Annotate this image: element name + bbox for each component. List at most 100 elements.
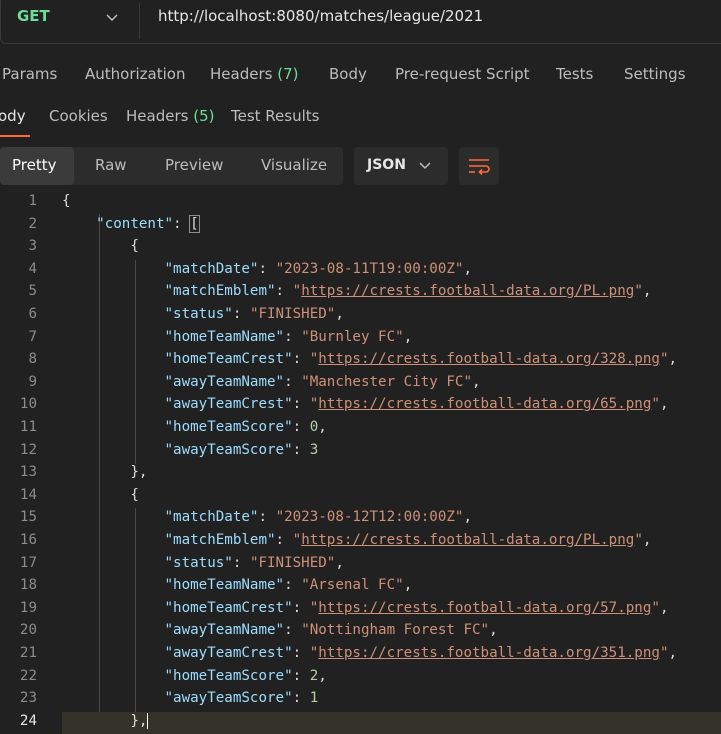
line-number: 5: [28, 283, 37, 300]
json-value: 2: [309, 667, 319, 684]
line-number: 22: [19, 667, 37, 684]
json-link[interactable]: https://crests.football-data.org/57.png: [318, 600, 651, 616]
code-line: 16 "matchEmblem": "https://crests.footba…: [0, 531, 721, 554]
code-line: 15 "matchDate": "2023-08-12T12:00:00Z",: [0, 508, 721, 531]
request-url-bar: GET http://localhost:8080/matches/league…: [0, 0, 721, 44]
code-text: "homeTeamName": "Arsenal FC",: [164, 577, 413, 594]
line-number: 7: [28, 328, 37, 345]
line-number: 10: [19, 396, 37, 413]
line-number: 23: [19, 690, 37, 707]
tab-response-body[interactable]: ody: [0, 107, 26, 125]
tab-authorization[interactable]: Authorization: [85, 65, 185, 83]
json-value: "Manchester City FC": [301, 373, 473, 390]
json-key: "homeTeamCrest": [164, 351, 293, 368]
code-text: },: [62, 464, 148, 481]
json-key: "awayTeamScore": [164, 441, 293, 458]
tab-headers-label: Headers: [210, 65, 273, 83]
json-link[interactable]: https://crests.football-data.org/PL.png: [301, 283, 634, 299]
url-input[interactable]: http://localhost:8080/matches/league/202…: [158, 7, 483, 25]
json-link[interactable]: https://crests.football-data.org/PL.png: [301, 532, 634, 548]
json-key: "status": [164, 306, 233, 322]
line-number: 24: [19, 712, 37, 729]
code-line: 3 {: [0, 237, 721, 260]
text-cursor: [147, 712, 149, 729]
active-tab-indicator: [0, 135, 30, 137]
json-key: "content": [96, 215, 174, 232]
response-body-editor[interactable]: 1{ 2 "content": [ 3 { 4 "matchDate": "20…: [0, 192, 721, 734]
json-key: "awayTeamName": [164, 373, 285, 390]
tab-response-headers[interactable]: Headers (5): [126, 107, 214, 125]
line-number: 15: [19, 509, 37, 526]
json-link[interactable]: https://crests.football-data.org/65.png: [318, 396, 651, 412]
tab-test-results[interactable]: Test Results: [231, 107, 319, 125]
code-text: "content": [: [96, 214, 200, 233]
wrap-lines-button[interactable]: [459, 147, 499, 185]
code-text: "matchDate": "2023-08-12T12:00:00Z",: [164, 509, 473, 526]
line-number: 4: [28, 260, 37, 277]
json-key: "homeTeamScore": [164, 667, 293, 684]
code-line: 1{: [0, 192, 721, 215]
code-line: 6 "status": "FINISHED",: [0, 305, 721, 328]
json-value: "Arsenal FC": [301, 577, 404, 594]
code-line: 5 "matchEmblem": "https://crests.footbal…: [0, 282, 721, 305]
tab-body[interactable]: Body: [329, 65, 367, 83]
chevron-down-icon: [418, 155, 432, 179]
code-text: "homeTeamScore": 0,: [164, 419, 327, 435]
code-line: 7 "homeTeamName": "Burnley FC",: [0, 328, 721, 351]
code-text: "awayTeamScore": 1: [164, 690, 319, 707]
code-text: "homeTeamScore": 2,: [164, 667, 327, 684]
line-number: 20: [19, 622, 37, 639]
line-number: 18: [19, 577, 37, 594]
code-text: "awayTeamName": "Nottingham Forest FC",: [164, 622, 498, 639]
line-number: 14: [19, 486, 37, 503]
tab-pre-request-script[interactable]: Pre-request Script: [395, 65, 530, 83]
json-key: "status": [164, 554, 233, 571]
mode-pretty[interactable]: Pretty: [12, 156, 57, 174]
format-select[interactable]: JSON: [354, 147, 448, 185]
code-line: 8 "homeTeamCrest": "https://crests.footb…: [0, 350, 721, 373]
code-text: },: [62, 712, 149, 729]
json-link[interactable]: https://crests.football-data.org/351.png: [318, 645, 660, 661]
line-number: 2: [28, 215, 37, 232]
json-key: "homeTeamScore": [164, 419, 293, 435]
code-text: "awayTeamName": "Manchester City FC",: [164, 373, 481, 390]
code-text: "status": "FINISHED",: [164, 306, 344, 322]
json-key: "awayTeamScore": [164, 690, 293, 707]
tab-cookies[interactable]: Cookies: [49, 107, 108, 125]
line-number: 17: [19, 554, 37, 571]
json-key: "homeTeamName": [164, 577, 285, 594]
mode-raw[interactable]: Raw: [95, 156, 127, 174]
tab-headers[interactable]: Headers (7): [210, 65, 298, 83]
mode-preview[interactable]: Preview: [165, 156, 223, 174]
response-headers-count-badge: (5): [193, 107, 215, 125]
mode-visualize[interactable]: Visualize: [261, 156, 327, 174]
json-value: "Nottingham Forest FC": [301, 622, 490, 639]
json-key: "homeTeamCrest": [164, 599, 293, 616]
method-select[interactable]: GET: [17, 7, 50, 25]
tab-params[interactable]: Params: [2, 65, 57, 83]
code-text: "status": "FINISHED",: [164, 554, 344, 571]
tab-settings[interactable]: Settings: [624, 65, 686, 83]
code-line: 13 },: [0, 463, 721, 486]
line-number: 3: [28, 238, 37, 255]
line-number: 21: [19, 645, 37, 661]
view-mode-switcher: Pretty Raw Preview Visualize: [0, 147, 343, 185]
json-key: "homeTeamName": [164, 328, 285, 345]
json-value: "2023-08-12T12:00:00Z": [275, 509, 464, 526]
code-line: 4 "matchDate": "2023-08-11T19:00:00Z",: [0, 260, 721, 283]
code-text: "awayTeamCrest": "https://crests.footbal…: [164, 645, 678, 661]
json-link[interactable]: https://crests.football-data.org/328.png: [318, 351, 660, 367]
code-line: 11 "homeTeamScore": 0,: [0, 418, 721, 441]
code-text: "matchEmblem": "https://crests.football-…: [164, 283, 652, 300]
json-key: "matchEmblem": [164, 532, 276, 548]
headers-count-badge: (7): [277, 65, 299, 83]
code-line: 12 "awayTeamScore": 3: [0, 441, 721, 464]
chevron-down-icon[interactable]: [105, 3, 119, 37]
line-number: 11: [19, 419, 37, 435]
code-text: "awayTeamCrest": "https://crests.footbal…: [164, 396, 669, 413]
json-key: "awayTeamCrest": [164, 645, 293, 661]
current-line-highlight: [62, 711, 721, 734]
line-number: 9: [28, 373, 37, 390]
line-number: 13: [19, 464, 37, 481]
tab-tests[interactable]: Tests: [556, 65, 593, 83]
